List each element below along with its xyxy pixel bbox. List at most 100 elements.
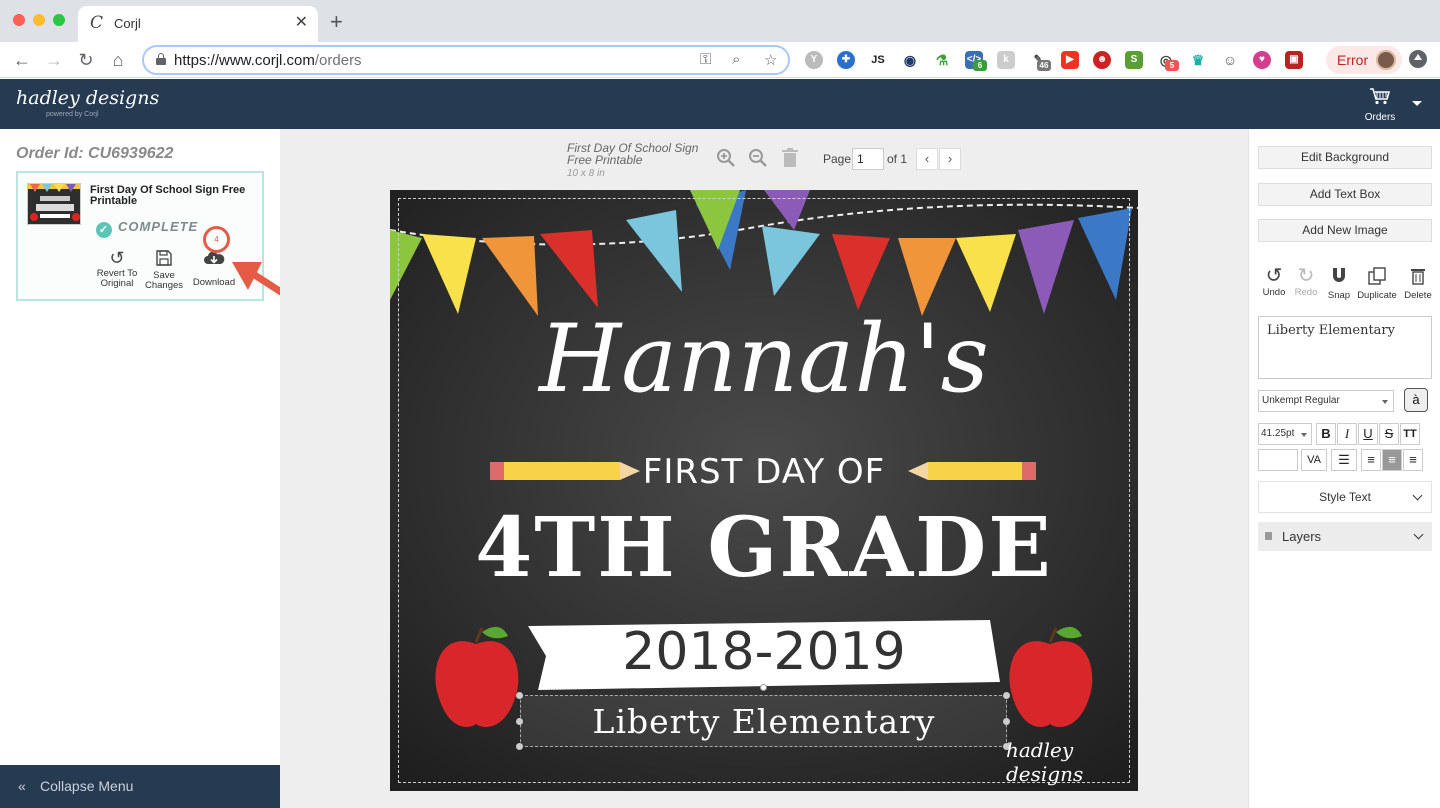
cart-icon bbox=[1370, 88, 1391, 105]
browser-toolbar: ← → ↻ ⌂ https://www.corjl.com/orders ⚿ ⌕… bbox=[0, 42, 1440, 78]
extension-youtube-icon[interactable]: ▶ bbox=[1061, 51, 1079, 69]
extension-y-icon[interactable]: Y bbox=[805, 51, 823, 69]
lock-icon bbox=[156, 53, 166, 65]
zoom-in-icon[interactable] bbox=[716, 148, 736, 174]
line-height-button[interactable]: ☰ bbox=[1331, 449, 1357, 471]
canvas-name-text[interactable]: Hannah's bbox=[390, 305, 1138, 414]
address-bar[interactable]: https://www.corjl.com/orders ⚿ ⌕ ☆ bbox=[142, 45, 790, 75]
extension-book-icon[interactable]: ▣ bbox=[1285, 51, 1303, 69]
reload-icon[interactable]: ↻ bbox=[76, 50, 96, 70]
extension-flask-icon[interactable]: ⚗ bbox=[933, 51, 951, 69]
home-icon[interactable]: ⌂ bbox=[108, 50, 128, 70]
orders-button[interactable]: Orders bbox=[1360, 87, 1400, 123]
download-button[interactable]: Download bbox=[190, 247, 238, 288]
resize-handle[interactable] bbox=[1003, 692, 1010, 699]
snap-button[interactable]: Snap bbox=[1327, 265, 1351, 301]
align-right-button[interactable]: ≡ bbox=[1403, 449, 1423, 471]
lock-icon bbox=[1265, 532, 1272, 540]
revert-label: Revert To Original bbox=[96, 268, 138, 289]
letter-spacing-button[interactable]: VA bbox=[1301, 449, 1327, 471]
extension-lifebuoy-icon[interactable]: ✚ bbox=[837, 51, 855, 69]
back-icon[interactable]: ← bbox=[12, 50, 32, 70]
order-id: Order Id: CU6939622 bbox=[16, 145, 174, 162]
browser-tab[interactable]: C Corjl ✕ bbox=[78, 6, 318, 42]
product-thumbnail[interactable] bbox=[27, 183, 81, 225]
check-circle-icon: ✓ bbox=[96, 222, 112, 238]
properties-panel: Edit Background Add Text Box Add New Ima… bbox=[1248, 129, 1440, 808]
download-label: Download bbox=[192, 277, 236, 288]
align-left-button[interactable]: ≡ bbox=[1361, 449, 1381, 471]
style-text-dropdown[interactable]: Style Text bbox=[1258, 481, 1432, 513]
undo-label: Undo bbox=[1262, 287, 1286, 298]
extension-k-icon[interactable]: k bbox=[997, 51, 1015, 69]
page-number-input[interactable]: 1 bbox=[852, 148, 884, 170]
canvas-signature-text: hadley designs bbox=[1006, 738, 1084, 786]
extension-pencil-icon[interactable]: ✎46 bbox=[1029, 51, 1051, 71]
design-canvas[interactable]: Hannah's FIRST DAY OF 4TH GRADE 2018-201… bbox=[390, 190, 1138, 791]
resize-handle[interactable] bbox=[516, 743, 523, 750]
zoom-out-icon[interactable] bbox=[748, 148, 768, 174]
resize-handle[interactable] bbox=[516, 692, 523, 699]
close-tab-icon[interactable]: ✕ bbox=[295, 14, 308, 32]
collapse-menu-button[interactable]: « Collapse Menu bbox=[0, 765, 280, 808]
trash-icon[interactable] bbox=[782, 148, 798, 174]
edit-background-button[interactable]: Edit Background bbox=[1258, 146, 1432, 169]
double-chevron-left-icon: « bbox=[18, 778, 26, 794]
previous-page-button[interactable]: ‹ bbox=[916, 148, 938, 170]
magnet-icon bbox=[1327, 265, 1351, 290]
canvas-first-day-text[interactable]: FIRST DAY OF bbox=[390, 452, 1138, 492]
next-page-button[interactable]: › bbox=[939, 148, 961, 170]
layers-label: Layers bbox=[1282, 529, 1322, 544]
revert-to-original-button[interactable]: ↺ Revert To Original bbox=[92, 247, 142, 289]
extension-code-icon[interactable]: </>6 bbox=[965, 51, 987, 71]
extension-eye-icon[interactable]: ◉ bbox=[901, 51, 919, 69]
redo-button[interactable]: ↻ Redo bbox=[1293, 265, 1319, 298]
italic-button[interactable]: I bbox=[1337, 423, 1357, 445]
product-title: First Day Of School Sign Free Printable bbox=[90, 184, 246, 207]
orders-label: Orders bbox=[1364, 112, 1396, 123]
bold-button[interactable]: B bbox=[1316, 423, 1336, 445]
extension-shopify-icon[interactable]: S bbox=[1125, 51, 1143, 69]
forward-icon[interactable]: → bbox=[44, 50, 64, 70]
rotate-handle[interactable] bbox=[760, 684, 767, 691]
canvas-grade-text[interactable]: 4TH GRADE bbox=[390, 500, 1138, 596]
delete-label: Delete bbox=[1404, 290, 1432, 301]
browser-update-icon[interactable] bbox=[1409, 50, 1427, 68]
canvas-year-text[interactable]: 2018-2019 bbox=[390, 622, 1138, 682]
layers-dropdown[interactable]: Layers bbox=[1258, 522, 1432, 551]
maximize-window-button[interactable] bbox=[53, 14, 65, 26]
extension-target-icon[interactable]: ◎5 bbox=[1157, 51, 1179, 71]
key-icon[interactable]: ⚿ bbox=[700, 51, 711, 68]
new-tab-icon[interactable]: + bbox=[330, 11, 343, 33]
align-center-button[interactable]: ≡ bbox=[1382, 449, 1402, 471]
undo-button[interactable]: ↺ Undo bbox=[1261, 265, 1287, 298]
font-family-select[interactable]: Unkempt Regular bbox=[1258, 390, 1394, 412]
close-window-button[interactable] bbox=[13, 14, 25, 26]
font-size-select[interactable]: 41.25pt bbox=[1258, 423, 1312, 445]
text-color-picker[interactable] bbox=[1258, 449, 1298, 471]
page-label: Page bbox=[823, 152, 852, 166]
special-characters-icon[interactable]: à bbox=[1404, 388, 1428, 412]
extension-shirt-icon[interactable]: ♛ bbox=[1189, 51, 1207, 69]
add-new-image-button[interactable]: Add New Image bbox=[1258, 219, 1432, 242]
duplicate-button[interactable]: Duplicate bbox=[1355, 265, 1399, 301]
order-panel: Order Id: CU6939622 First Day Of School … bbox=[0, 129, 280, 808]
extension-robot-icon[interactable]: ☺ bbox=[1221, 51, 1239, 69]
delete-button[interactable]: Delete bbox=[1403, 265, 1433, 301]
brand-logo[interactable]: hadley designs bbox=[16, 87, 159, 109]
extension-heart-icon[interactable]: ♥ bbox=[1253, 51, 1271, 69]
extension-js-icon[interactable]: JS bbox=[869, 51, 887, 69]
all-caps-button[interactable]: TT bbox=[1400, 423, 1420, 445]
minimize-window-button[interactable] bbox=[33, 14, 45, 26]
zoom-icon[interactable]: ⌕ bbox=[732, 51, 740, 68]
strikethrough-button[interactable]: S bbox=[1379, 423, 1399, 445]
add-text-box-button[interactable]: Add Text Box bbox=[1258, 183, 1432, 206]
account-menu-chevron-down-icon[interactable] bbox=[1412, 101, 1422, 106]
extension-skull-icon[interactable]: ☻ bbox=[1093, 51, 1111, 69]
underline-button[interactable]: U bbox=[1358, 423, 1378, 445]
canvas-school-text[interactable]: Liberty Elementary bbox=[390, 702, 1138, 741]
bookmark-star-icon[interactable]: ☆ bbox=[764, 51, 777, 69]
text-content-field[interactable]: Liberty Elementary bbox=[1258, 316, 1432, 379]
profile-error-button[interactable]: Error bbox=[1326, 46, 1402, 74]
save-changes-button[interactable]: Save Changes bbox=[142, 247, 186, 291]
